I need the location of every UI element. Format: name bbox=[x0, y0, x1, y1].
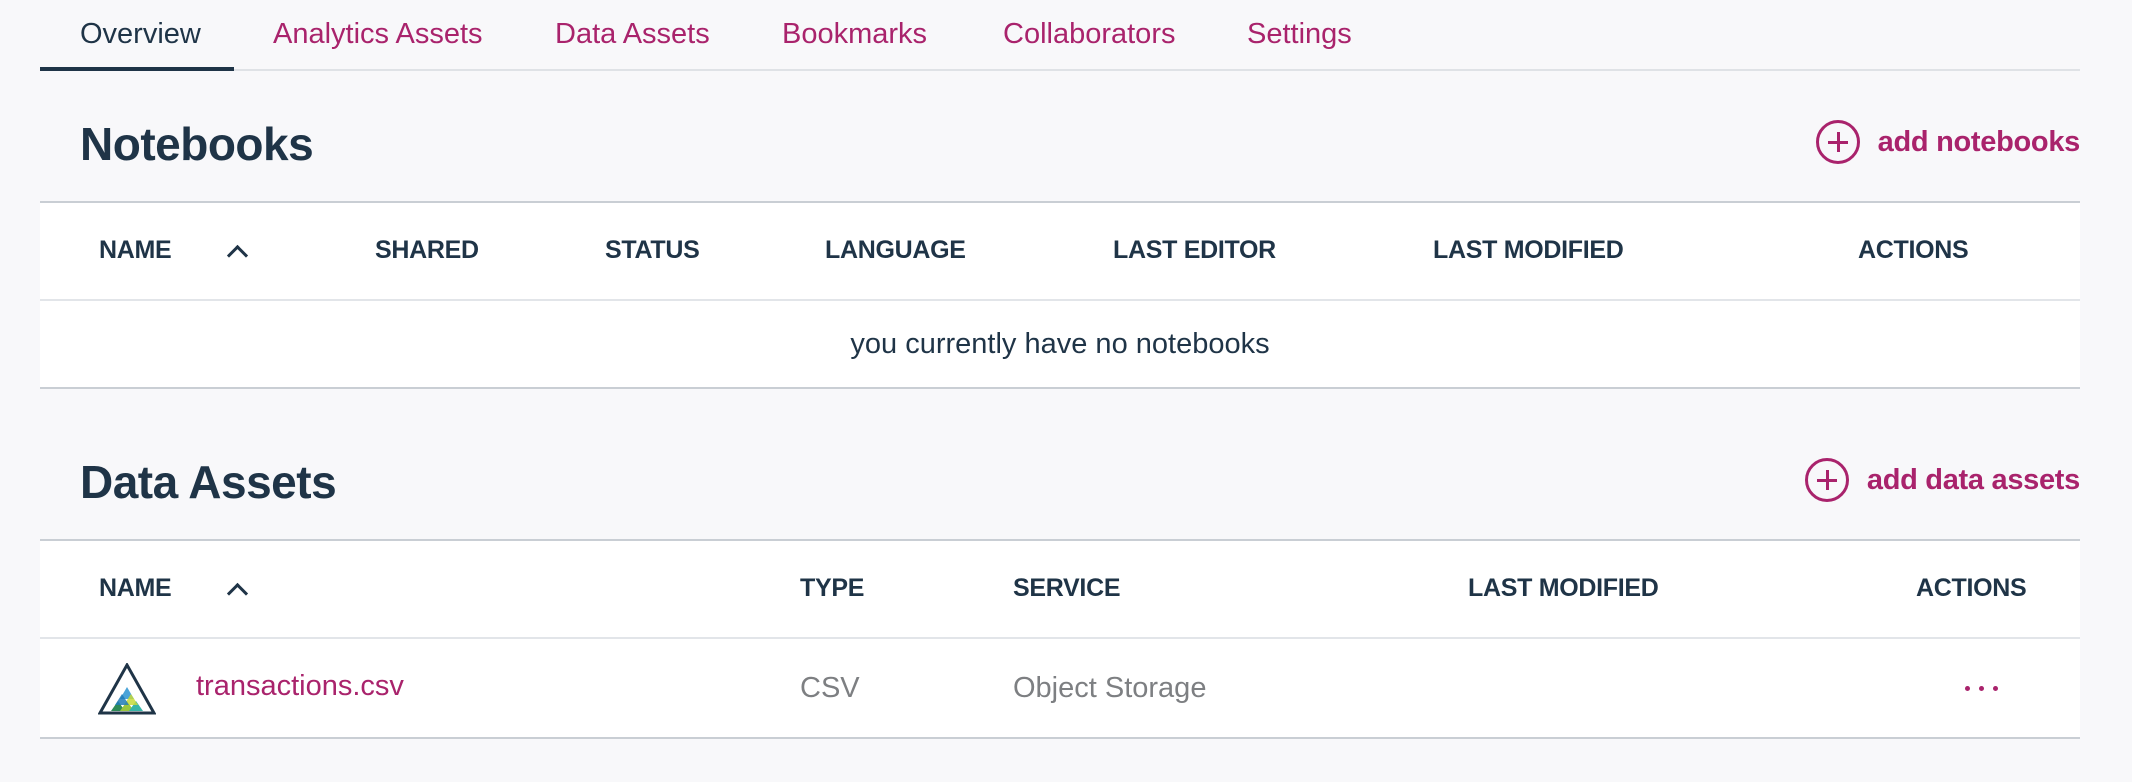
sort-ascending-icon[interactable] bbox=[228, 583, 242, 597]
column-header-actions: ACTIONS bbox=[1916, 574, 2027, 602]
data-assets-table-header: NAME TYPE SERVICE LAST MODIFIED ACTIONS bbox=[40, 541, 2080, 639]
data-asset-service: Object Storage bbox=[1013, 672, 1207, 704]
column-header-actions: ACTIONS bbox=[1858, 236, 1969, 264]
add-notebooks-button[interactable]: add notebooks bbox=[1815, 120, 2081, 164]
tab-settings[interactable]: Settings bbox=[1247, 16, 1352, 52]
column-header-language[interactable]: LANGUAGE bbox=[825, 236, 966, 265]
tab-bookmarks[interactable]: Bookmarks bbox=[782, 16, 927, 52]
add-data-assets-button[interactable]: add data assets bbox=[1804, 458, 2080, 502]
tab-collaborators[interactable]: Collaborators bbox=[1003, 16, 1175, 52]
table-row: transactions.csv CSV Object Storage bbox=[40, 639, 2080, 737]
add-notebooks-label: add notebooks bbox=[1877, 125, 2081, 158]
data-assets-title: Data Assets bbox=[80, 456, 337, 508]
sort-ascending-icon[interactable] bbox=[228, 245, 242, 259]
column-header-name[interactable]: NAME bbox=[99, 236, 172, 265]
column-header-last-modified[interactable]: LAST MODIFIED bbox=[1433, 236, 1624, 265]
notebooks-table: NAME SHARED STATUS LANGUAGE LAST EDITOR … bbox=[40, 201, 2080, 389]
plus-circle-icon bbox=[1804, 458, 1849, 502]
column-header-last-editor[interactable]: LAST EDITOR bbox=[1113, 236, 1276, 265]
tab-overview[interactable]: Overview bbox=[80, 16, 201, 52]
tab-analytics-assets[interactable]: Analytics Assets bbox=[273, 16, 483, 52]
column-header-name[interactable]: NAME bbox=[99, 574, 172, 603]
data-assets-table: NAME TYPE SERVICE LAST MODIFIED ACTIONS … bbox=[40, 539, 2080, 739]
data-asset-name-link[interactable]: transactions.csv bbox=[196, 670, 404, 703]
column-header-shared[interactable]: SHARED bbox=[375, 236, 479, 265]
project-page: Overview Analytics Assets Data Assets Bo… bbox=[40, 0, 2080, 739]
tab-bar: Overview Analytics Assets Data Assets Bo… bbox=[40, 0, 2080, 71]
add-data-assets-label: add data assets bbox=[1866, 463, 2080, 496]
tab-data-assets[interactable]: Data Assets bbox=[555, 16, 710, 52]
notebooks-title: Notebooks bbox=[80, 118, 314, 170]
column-header-type[interactable]: TYPE bbox=[800, 574, 864, 603]
column-header-last-modified[interactable]: LAST MODIFIED bbox=[1468, 574, 1659, 603]
notebooks-table-header: NAME SHARED STATUS LANGUAGE LAST EDITOR … bbox=[40, 203, 2080, 301]
column-header-service[interactable]: SERVICE bbox=[1013, 574, 1121, 603]
plus-circle-icon bbox=[1815, 120, 1860, 164]
more-actions-icon[interactable] bbox=[1965, 686, 1998, 691]
notebooks-empty-message: you currently have no notebooks bbox=[850, 328, 1270, 360]
column-header-status[interactable]: STATUS bbox=[605, 236, 700, 265]
csv-file-icon bbox=[97, 661, 157, 715]
active-tab-indicator bbox=[40, 67, 234, 71]
data-asset-type: CSV bbox=[800, 672, 860, 704]
